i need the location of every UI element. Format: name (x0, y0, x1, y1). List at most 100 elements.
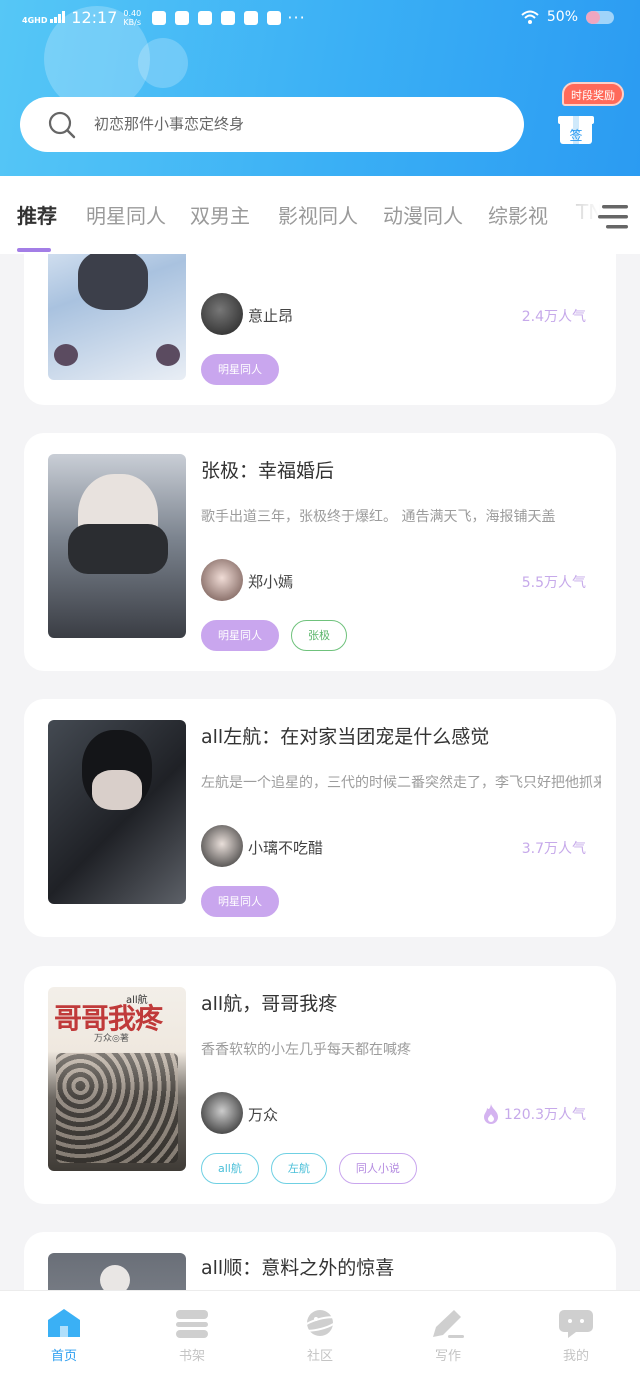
nav-label: 书架 (178, 1349, 205, 1364)
nav-home[interactable]: 首页 (24, 1307, 104, 1364)
nav-label: 社区 (306, 1349, 333, 1364)
popularity-value: 2.4万人气 (521, 309, 586, 325)
tag[interactable]: 左航 (270, 1153, 327, 1184)
author-name[interactable]: 小璃不吃醋 (248, 837, 323, 858)
tag[interactable]: 张极 (291, 620, 347, 651)
author-avatar[interactable] (201, 825, 243, 867)
tag-list: all航 左航 同人小说 (201, 1153, 417, 1184)
story-title[interactable]: all航，哥哥我疼 (201, 989, 337, 1016)
reward-tag: 时段奖励 (562, 82, 624, 106)
battery-percent: 50% (546, 9, 578, 25)
network-sub: HD (34, 15, 48, 25)
cover-author: 万众◎著 (94, 1034, 129, 1044)
active-tab-indicator (17, 248, 51, 252)
tag[interactable]: 同人小说 (338, 1153, 417, 1184)
tag-list: 明星同人 (201, 354, 279, 385)
net-speed: 0.40 KB/s (123, 9, 143, 27)
nav-profile[interactable]: 我的 (536, 1307, 616, 1364)
author-name[interactable]: 万众 (248, 1104, 278, 1125)
search-bar[interactable] (20, 97, 524, 152)
popularity: 2.4万人气 (522, 306, 586, 326)
tab-celebrity-fanfic[interactable]: 明星同人 (86, 200, 166, 229)
profile-chat-icon (559, 1310, 593, 1338)
tag[interactable]: 明星同人 (201, 354, 279, 385)
home-icon (48, 1309, 80, 1337)
popularity: 5.5万人气 (522, 572, 586, 592)
story-card[interactable]: 意止昂 2.4万人气 明星同人 (24, 254, 616, 405)
cover-scarf (68, 524, 168, 574)
story-cover[interactable] (48, 720, 186, 904)
decor-bubble (138, 38, 188, 88)
nav-community[interactable]: 社区 (280, 1307, 360, 1364)
notification-app-icon (244, 10, 259, 25)
notification-app-icon (152, 10, 167, 25)
tab-bl[interactable]: 双男主 (190, 200, 250, 229)
author-name[interactable]: 郑小嫣 (248, 571, 293, 592)
notification-app-icon (175, 10, 190, 25)
popularity: 120.3万人气 (482, 1103, 586, 1125)
tab-recommend[interactable]: 推荐 (17, 200, 57, 229)
sign-in-label: 签 (569, 128, 582, 144)
story-cover[interactable] (48, 1253, 186, 1290)
story-feed: 意止昂 2.4万人气 明星同人 张极：幸福婚后 歌手出道三年，张极终于爆红。 通… (0, 254, 640, 1290)
story-description: 歌手出道三年，张极终于爆红。 通告满天飞，海报铺天盖 (201, 509, 556, 525)
story-title[interactable]: 张极：幸福婚后 (201, 456, 334, 483)
story-description: 左航是一个追星的，三代的时候二番突然走了，李飞只好把他抓来了 (201, 775, 601, 791)
wifi-icon (521, 10, 539, 24)
author-avatar[interactable] (201, 559, 243, 601)
story-cover[interactable]: all航 哥哥我疼 万众◎著 (48, 987, 186, 1171)
popularity-value: 3.7万人气 (521, 841, 586, 857)
story-card[interactable]: all顺：意料之外的惊喜 (24, 1232, 616, 1290)
popularity: 3.7万人气 (522, 838, 586, 858)
tab-film-fanfic[interactable]: 影视同人 (278, 200, 358, 229)
bottom-navigation: 首页 书架 社区 写作 我的 (0, 1290, 640, 1387)
network-type: 4G (22, 15, 35, 25)
nav-bookshelf[interactable]: 书架 (152, 1307, 232, 1364)
nav-label: 我的 (562, 1349, 589, 1364)
category-menu-icon[interactable] (596, 202, 630, 232)
sticker-icon (156, 344, 180, 366)
popularity-value: 5.5万人气 (521, 575, 586, 591)
status-bar: 4GHD 12:17 0.40 KB/s ··· 50% (0, 0, 640, 36)
nav-write[interactable]: 写作 (408, 1307, 488, 1364)
time-reward-button[interactable]: 时段奖励 签 (552, 80, 628, 150)
network-indicator: 4GHD (22, 10, 66, 25)
story-title[interactable]: all左航：在对家当团宠是什么感觉 (201, 722, 489, 749)
notification-app-icon (198, 10, 213, 25)
gift-sign-in-icon[interactable]: 签 (558, 110, 594, 146)
community-planet-icon (302, 1310, 338, 1336)
tag-list: 明星同人 (201, 886, 279, 917)
tag-list: 明星同人 张极 (201, 620, 347, 651)
story-cover[interactable] (48, 454, 186, 638)
nav-label: 写作 (434, 1349, 461, 1364)
author-avatar[interactable] (201, 1092, 243, 1134)
story-card[interactable]: 张极：幸福婚后 歌手出道三年，张极终于爆红。 通告满天飞，海报铺天盖 郑小嫣 5… (24, 433, 616, 671)
nav-label: 首页 (50, 1349, 77, 1364)
sticker-icon (54, 344, 78, 366)
popularity-value: 120.3万人气 (503, 1107, 586, 1123)
story-cover[interactable] (48, 254, 186, 380)
net-speed-unit: KB/s (123, 17, 141, 27)
story-card[interactable]: all航 哥哥我疼 万众◎著 all航，哥哥我疼 香香软软的小左几乎每天都在喊疼… (24, 966, 616, 1204)
cover-figure (78, 254, 148, 310)
battery-icon (586, 10, 614, 24)
tag[interactable]: 明星同人 (201, 886, 279, 917)
tab-variety[interactable]: 综影视 (488, 200, 548, 229)
tab-anime-fanfic[interactable]: 动漫同人 (383, 200, 463, 229)
story-description: 香香软软的小左几乎每天都在喊疼 (201, 1042, 411, 1058)
category-tabs: 推荐 明星同人 双男主 影视同人 动漫同人 综影视 TN (0, 176, 640, 254)
tag[interactable]: all航 (201, 1153, 259, 1184)
header: 4GHD 12:17 0.40 KB/s ··· 50% 初恋那件小事恋定终身 … (0, 0, 640, 176)
author-name[interactable]: 意止昂 (248, 305, 293, 326)
tag[interactable]: 明星同人 (201, 620, 279, 651)
search-input[interactable] (94, 107, 494, 141)
author-avatar[interactable] (201, 293, 243, 335)
search-icon[interactable] (48, 111, 76, 139)
cover-group-photo (56, 1053, 178, 1163)
write-pen-icon (433, 1310, 464, 1338)
story-card[interactable]: all左航：在对家当团宠是什么感觉 左航是一个追星的，三代的时候二番突然走了，李… (24, 699, 616, 937)
cover-figure (100, 1265, 130, 1290)
notification-app-icon (221, 10, 236, 25)
story-title[interactable]: all顺：意料之外的惊喜 (201, 1253, 394, 1280)
more-notifications-icon: ··· (287, 8, 306, 27)
